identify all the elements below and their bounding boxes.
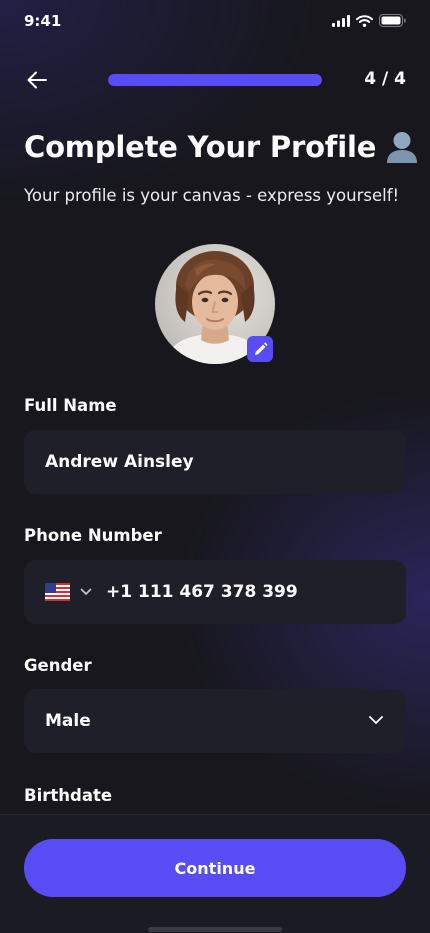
full-name-label: Full Name (24, 396, 117, 415)
title-row: Complete Your Profile (24, 130, 420, 164)
battery-icon (379, 14, 406, 27)
edit-avatar-button[interactable] (247, 336, 273, 362)
full-name-value: Andrew Ainsley (45, 452, 194, 472)
signal-icon (332, 14, 350, 27)
status-icons (332, 14, 406, 27)
back-button[interactable] (24, 68, 52, 92)
home-indicator (148, 927, 282, 932)
chevron-down-icon (369, 716, 383, 724)
progress-bar (108, 74, 322, 86)
phone-number-value: +1 111 467 378 399 (106, 582, 298, 602)
page-title: Complete Your Profile (24, 130, 377, 164)
gender-select[interactable]: Male (24, 689, 406, 753)
bust-in-silhouette-icon (384, 130, 420, 164)
gender-label: Gender (24, 656, 92, 675)
country-code-selector[interactable] (45, 583, 106, 601)
status-time: 9:41 (24, 12, 62, 30)
phone-number-field[interactable]: +1 111 467 378 399 (24, 560, 406, 624)
us-flag-icon (45, 583, 70, 601)
full-name-field[interactable]: Andrew Ainsley (24, 430, 406, 494)
wifi-icon (356, 14, 373, 27)
pencil-icon (254, 341, 268, 355)
gender-value: Male (45, 711, 91, 731)
continue-button[interactable]: Continue (24, 839, 406, 897)
step-counter: 4 / 4 (364, 69, 406, 89)
status-bar: 9:41 (0, 0, 430, 44)
birthdate-label: Birthdate (24, 786, 113, 805)
avatar-container (155, 244, 275, 364)
progress-bar-fill (108, 74, 322, 86)
bottom-bar: Continue (0, 814, 430, 933)
page-subtitle: Your profile is your canvas - express yo… (24, 186, 400, 205)
phone-number-label: Phone Number (24, 526, 162, 545)
arrow-left-icon (27, 71, 47, 89)
chevron-down-icon (80, 588, 92, 595)
